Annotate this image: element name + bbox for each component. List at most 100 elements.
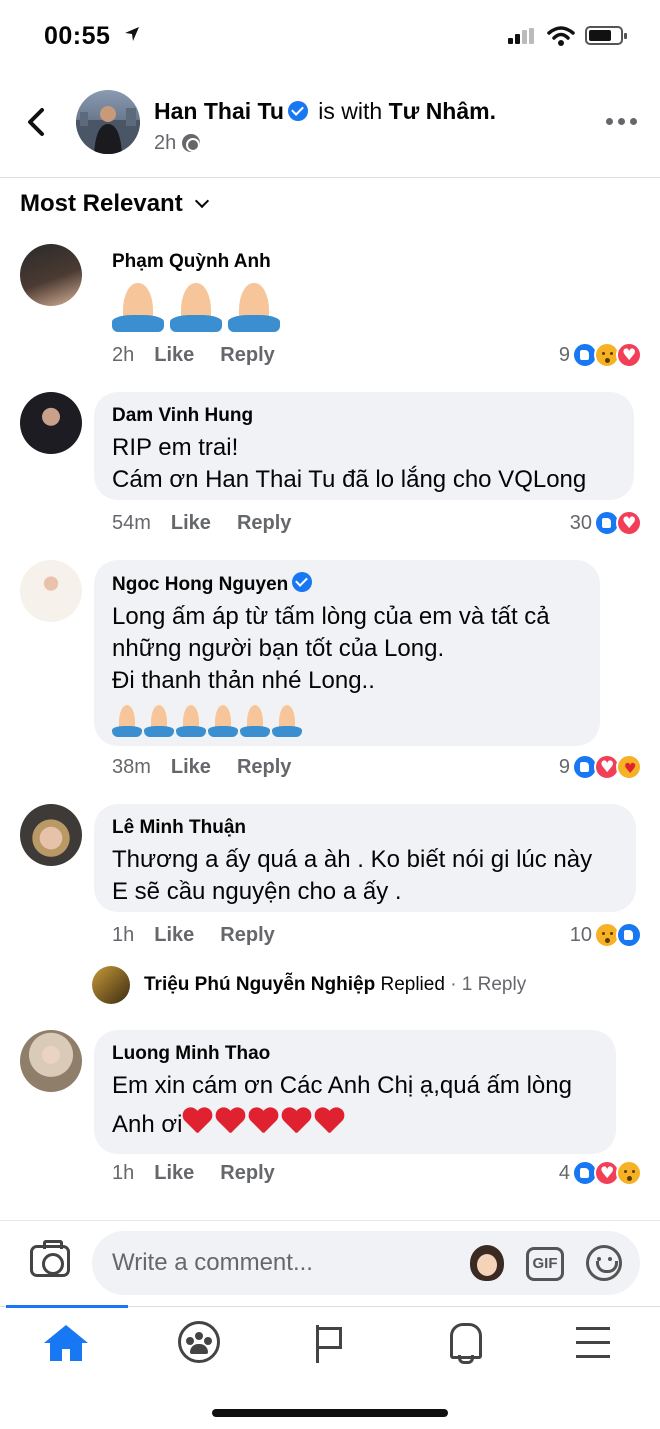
comment-bubble: Dam Vinh Hung RIP em trai! Cám ơn Han Th… (94, 392, 634, 500)
reaction-summary[interactable]: 9 (559, 754, 642, 780)
comment-time: 54m (112, 512, 151, 534)
verified-badge-icon (287, 101, 308, 121)
like-reaction-icon (616, 922, 642, 948)
commenter-name: Ngoc Hong Nguyen (112, 572, 582, 597)
reaction-count: 10 (569, 923, 592, 946)
pray-emoji-row (112, 280, 286, 337)
globe-icon (182, 134, 201, 152)
reaction-summary[interactable]: 30 (570, 510, 642, 536)
like-button[interactable]: Like (171, 756, 211, 778)
reaction-summary[interactable]: 4 (559, 1160, 642, 1186)
avatar[interactable] (20, 1030, 82, 1092)
commenter-name[interactable]: Phạm Quỳnh Anh (112, 250, 286, 274)
post-header: Han Thai Tu is with Tư Nhâm. 2h (0, 72, 660, 178)
reply-button[interactable]: Reply (220, 924, 274, 946)
commenter-name[interactable]: Lê Minh Thuận (112, 816, 618, 840)
heart-emoji-icon (215, 1106, 245, 1136)
chevron-down-icon (194, 193, 209, 209)
heart-emoji-icon (182, 1106, 212, 1136)
sort-dropdown[interactable]: Most Relevant (20, 190, 209, 218)
reaction-count: 9 (558, 755, 570, 778)
pray-emoji-icon (112, 703, 142, 737)
battery-icon (585, 26, 627, 45)
comment-text-line: những người bạn tốt của Long. (112, 635, 445, 662)
comment-time: 2h (112, 344, 135, 366)
home-indicator (212, 1409, 448, 1417)
gif-button[interactable]: GIF (526, 1247, 564, 1281)
reply-button[interactable]: Reply (237, 756, 291, 778)
groups-icon[interactable] (178, 1321, 220, 1363)
pray-emoji-icon (176, 703, 206, 737)
wifi-icon (547, 26, 575, 46)
like-button[interactable]: Like (154, 924, 194, 946)
emoji-icon[interactable] (586, 1245, 622, 1281)
comment-text-line: Đi thanh thản nhé Long.. (112, 667, 375, 694)
pray-emoji-icon (112, 280, 164, 332)
comment-actions: 1h Like Reply (112, 924, 301, 947)
status-bar: 00:55 (0, 0, 660, 72)
replied-label: Replied (380, 974, 445, 996)
post-time-text: 2h (154, 132, 177, 154)
comment-bubble: Ngoc Hong Nguyen Long ấm áp từ tấm lòng … (94, 560, 600, 746)
pray-emoji-icon (144, 703, 174, 737)
post-time: 2h (154, 132, 201, 155)
comment-text-line: RIP em trai! (112, 434, 239, 461)
comment-text-line: Em xin cám ơn Các Anh Chị ạ,quá ấm lòng (112, 1072, 572, 1099)
pray-emoji-icon (240, 703, 270, 737)
comment-text-line: Long ấm áp từ tấm lòng của em và tất cả (112, 603, 550, 630)
menu-icon[interactable] (568, 1321, 628, 1365)
commenter-name[interactable]: Luong Minh Thao (112, 1042, 598, 1066)
sad-reaction-icon (616, 1160, 642, 1186)
home-icon[interactable] (36, 1321, 96, 1365)
pages-flag-icon[interactable] (306, 1321, 366, 1365)
pray-emoji-icon (228, 280, 280, 332)
love-reaction-icon (616, 510, 642, 536)
like-button[interactable]: Like (171, 512, 211, 534)
post-author-line: Han Thai Tu is with Tư Nhâm. (154, 98, 496, 125)
post-author-name[interactable]: Han Thai Tu (154, 98, 284, 124)
comment-time: 1h (112, 1162, 135, 1184)
comment-bubble: Lê Minh Thuận Thương a ấy quá a àh . Ko … (94, 804, 636, 912)
comment-actions: 2h Like Reply (112, 344, 301, 367)
avatar[interactable] (20, 560, 82, 622)
pray-emoji-icon (170, 280, 222, 332)
active-tab-indicator (6, 1305, 128, 1308)
pray-emoji-icon (208, 703, 238, 737)
camera-icon[interactable] (30, 1240, 70, 1277)
avatar[interactable] (20, 244, 82, 306)
commenter-name-text[interactable]: Ngoc Hong Nguyen (112, 574, 288, 595)
care-reaction-icon (616, 754, 642, 780)
comment-time: 1h (112, 924, 135, 946)
commenter-name[interactable]: Dam Vinh Hung (112, 404, 616, 428)
avatar-sticker-icon[interactable] (470, 1245, 504, 1281)
comment-composer: Write a comment... GIF (0, 1220, 660, 1306)
comment-text-line: Cám ơn Han Thai Tu đã lo lắng cho VQLong (112, 466, 587, 493)
comment-input[interactable]: Write a comment... GIF (92, 1231, 640, 1295)
reply-button[interactable]: Reply (220, 1162, 274, 1184)
like-button[interactable]: Like (154, 344, 194, 366)
reaction-summary[interactable]: 9 (559, 342, 642, 368)
love-reaction-icon (616, 342, 642, 368)
bottom-tab-bar (0, 1305, 660, 1429)
post-with-text: is with (318, 98, 383, 124)
verified-badge-icon (292, 572, 313, 592)
reply-button[interactable]: Reply (220, 344, 274, 366)
comment-text-line: Thương a ấy quá a àh . Ko biết nói gi lú… (112, 846, 593, 873)
back-arrow-icon[interactable] (22, 102, 52, 142)
avatar[interactable] (20, 392, 82, 454)
reaction-count: 30 (569, 511, 592, 534)
post-tagged-name[interactable]: Tư Nhâm. (389, 98, 496, 124)
more-options-icon[interactable] (606, 118, 638, 128)
like-button[interactable]: Like (154, 1162, 194, 1184)
sort-label: Most Relevant (20, 190, 183, 217)
comment-bubble: Phạm Quỳnh Anh (112, 250, 286, 337)
reaction-summary[interactable]: 10 (570, 922, 642, 948)
avatar (92, 966, 130, 1004)
reply-button[interactable]: Reply (237, 512, 291, 534)
avatar[interactable] (20, 804, 82, 866)
pray-emoji-row (112, 703, 582, 742)
author-avatar[interactable] (76, 90, 140, 154)
notifications-bell-icon[interactable] (440, 1321, 500, 1365)
view-replies-link[interactable]: Triệu Phú Nguyễn Nghiệp Replied · 1 Repl… (92, 966, 526, 1004)
location-arrow-icon (125, 27, 139, 41)
